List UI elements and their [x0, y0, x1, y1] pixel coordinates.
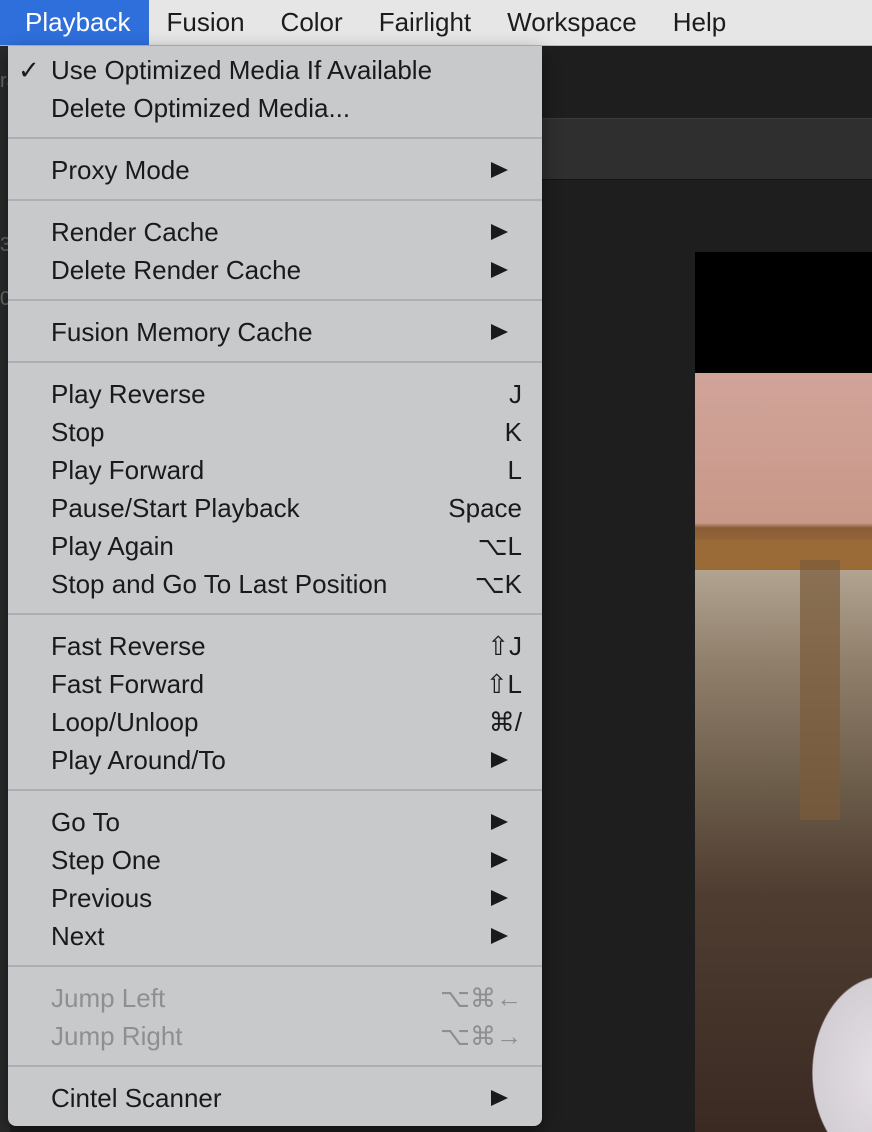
- menu-item-label: Cintel Scanner: [51, 1083, 222, 1113]
- menu-item-label: Loop/Unloop: [51, 707, 199, 737]
- menu-item-label: Render Cache: [51, 217, 219, 247]
- keyboard-shortcut: ⌥⌘←: [440, 983, 522, 1013]
- menu-separator: [8, 189, 542, 213]
- keyboard-shortcut: L: [507, 455, 522, 485]
- menu-item-fast-reverse[interactable]: Fast Reverse ⇧J: [8, 627, 542, 665]
- menu-item-use-optimized-media-if-available[interactable]: ✓ Use Optimized Media If Available: [8, 51, 542, 89]
- menu-item-fast-forward[interactable]: Fast Forward ⇧L: [8, 665, 542, 703]
- submenu-arrow-icon: [491, 890, 508, 906]
- menu-item-label: Jump Right: [51, 1021, 183, 1051]
- keyboard-shortcut: ⇧J: [487, 631, 522, 661]
- menu-item-label: Step One: [51, 845, 161, 875]
- keyboard-shortcut: ⌥K: [474, 569, 522, 599]
- keyboard-shortcut: J: [509, 379, 522, 409]
- menu-separator: [8, 955, 542, 979]
- keyboard-shortcut: ⇧L: [485, 669, 522, 699]
- menu-help[interactable]: Help: [655, 0, 744, 45]
- menu-fusion[interactable]: Fusion: [149, 0, 263, 45]
- menu-separator: [8, 603, 542, 627]
- menu-separator: [8, 1055, 542, 1079]
- menu-item-label: Go To: [51, 807, 120, 837]
- menu-item-label: Stop: [51, 417, 105, 447]
- menu-item-pause-start-playback[interactable]: Pause/Start Playback Space: [8, 489, 542, 527]
- menu-item-proxy-mode[interactable]: Proxy Mode: [8, 151, 542, 189]
- menu-item-label: Play Reverse: [51, 379, 206, 409]
- menu-item-jump-left: Jump Left ⌥⌘←: [8, 979, 542, 1017]
- menu-bar: Playback Fusion Color Fairlight Workspace Hel…: [0, 0, 872, 46]
- menu-item-label: Proxy Mode: [51, 155, 190, 185]
- menu-item-step-one[interactable]: Step One: [8, 841, 542, 879]
- menu-separator: [8, 779, 542, 803]
- playback-dropdown-menu: ✓ Use Optimized Media If Available Delete …: [8, 46, 542, 1126]
- submenu-arrow-icon: [491, 752, 508, 768]
- keyboard-shortcut: Space: [448, 493, 522, 523]
- submenu-arrow-icon: [491, 814, 508, 830]
- menu-item-label: Fast Forward: [51, 669, 205, 699]
- menu-item-delete-render-cache[interactable]: Delete Render Cache: [8, 251, 542, 289]
- viewer-toolbar: [540, 118, 872, 180]
- menu-item-previous[interactable]: Previous: [8, 879, 542, 917]
- keyboard-shortcut: ⌘/: [488, 707, 522, 737]
- menu-item-label: Fast Reverse: [51, 631, 206, 661]
- menu-item-delete-optimized-media[interactable]: Delete Optimized Media...: [8, 89, 542, 127]
- menu-item-label: Play Forward: [51, 455, 205, 485]
- viewer-video-detail: [695, 540, 872, 570]
- menu-item-render-cache[interactable]: Render Cache: [8, 213, 542, 251]
- submenu-arrow-icon: [491, 262, 508, 278]
- submenu-arrow-icon: [491, 224, 508, 240]
- keyboard-shortcut: ⌥L: [477, 531, 522, 561]
- menu-item-label: Jump Left: [51, 983, 166, 1013]
- submenu-arrow-icon: [491, 162, 508, 178]
- menu-item-play-forward[interactable]: Play Forward L: [8, 451, 542, 489]
- menu-workspace[interactable]: Workspace: [489, 0, 655, 45]
- menu-item-label: Play Around/To: [51, 745, 226, 775]
- keyboard-shortcut: ⌥⌘→: [440, 1021, 522, 1051]
- viewer-video-detail: [800, 560, 840, 820]
- menu-item-label: Fusion Memory Cache: [51, 317, 313, 347]
- menu-item-label: Delete Render Cache: [51, 255, 302, 285]
- menu-item-next[interactable]: Next: [8, 917, 542, 955]
- menu-item-label: Use Optimized Media If Available: [51, 55, 433, 85]
- menu-item-play-around-to[interactable]: Play Around/To: [8, 741, 542, 779]
- menu-item-label: Next: [51, 921, 105, 951]
- menu-item-stop[interactable]: Stop K: [8, 413, 542, 451]
- keyboard-shortcut: K: [504, 417, 522, 447]
- menu-separator: [8, 127, 542, 151]
- menu-item-label: Delete Optimized Media...: [51, 93, 351, 123]
- menu-item-stop-and-go-to-last-position[interactable]: Stop and Go To Last Position ⌥K: [8, 565, 542, 603]
- submenu-arrow-icon: [491, 1090, 508, 1106]
- menu-item-label: Previous: [51, 883, 153, 913]
- submenu-arrow-icon: [491, 852, 508, 868]
- menu-item-label: Stop and Go To Last Position: [51, 569, 388, 599]
- menu-item-label: Play Again: [51, 531, 174, 561]
- menu-item-loop-unloop[interactable]: Loop/Unloop ⌘/: [8, 703, 542, 741]
- menu-playback[interactable]: Playback: [0, 0, 149, 45]
- menu-item-play-again[interactable]: Play Again ⌥L: [8, 527, 542, 565]
- menu-item-jump-right: Jump Right ⌥⌘→: [8, 1017, 542, 1055]
- menu-item-go-to[interactable]: Go To: [8, 803, 542, 841]
- menu-separator: [8, 289, 542, 313]
- menu-fairlight[interactable]: Fairlight: [361, 0, 489, 45]
- menu-color[interactable]: Color: [263, 0, 361, 45]
- menu-item-play-reverse[interactable]: Play Reverse J: [8, 375, 542, 413]
- menu-item-fusion-memory-cache[interactable]: Fusion Memory Cache: [8, 313, 542, 351]
- menu-separator: [8, 351, 542, 375]
- menu-item-label: Pause/Start Playback: [51, 493, 300, 523]
- submenu-arrow-icon: [491, 928, 508, 944]
- submenu-arrow-icon: [491, 324, 508, 340]
- checkmark-icon: ✓: [18, 55, 40, 85]
- viewer-video-frame[interactable]: [695, 373, 872, 1132]
- menu-item-cintel-scanner[interactable]: Cintel Scanner: [8, 1079, 542, 1117]
